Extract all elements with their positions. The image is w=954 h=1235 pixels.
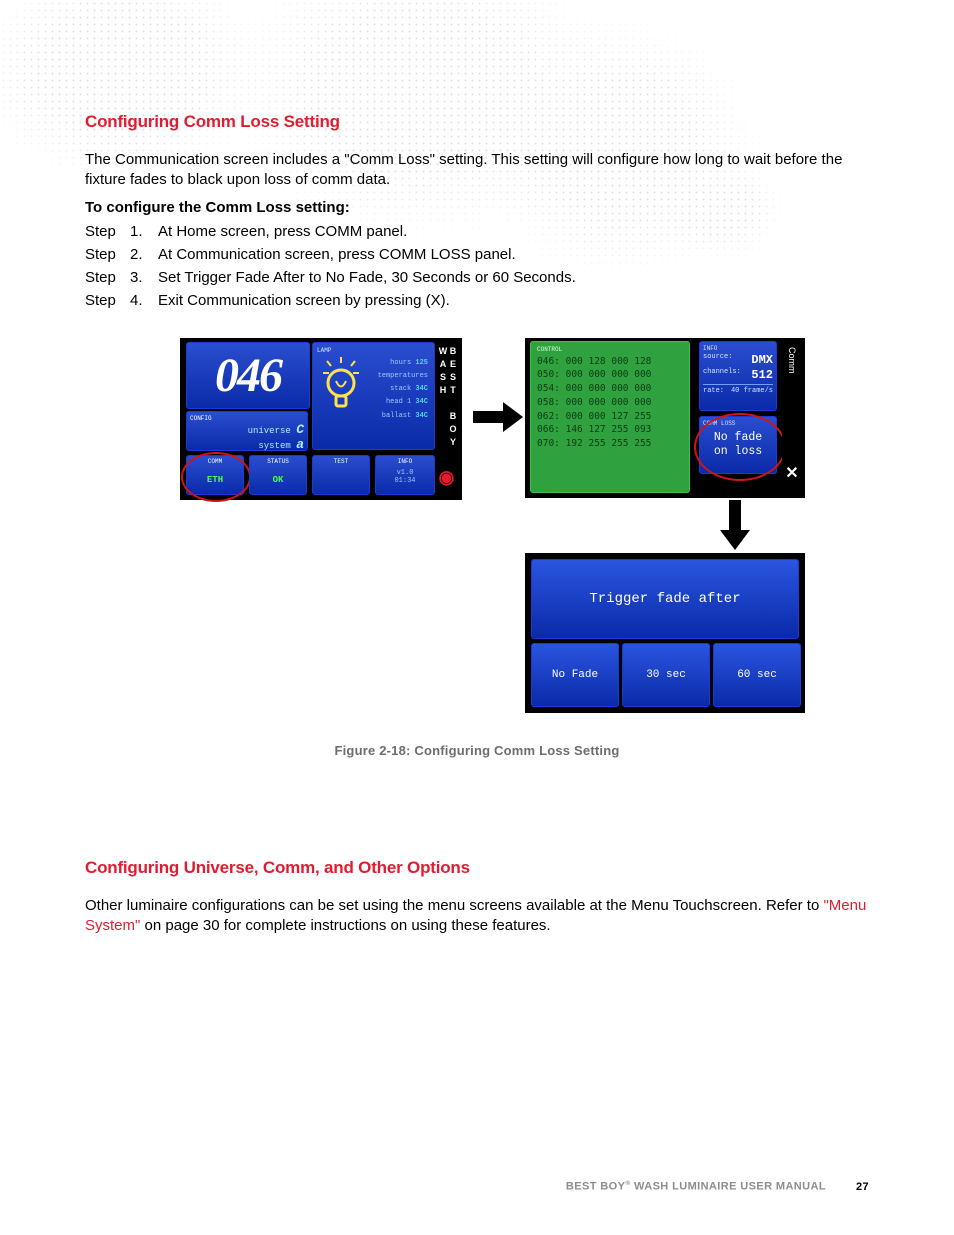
commloss-label: COMM LOSS [703, 420, 773, 427]
status-tile[interactable]: STATUS OK [249, 455, 307, 495]
trigger-option-60-sec[interactable]: 60 sec [713, 643, 801, 707]
info-rate: rate:40 frame/s [703, 387, 773, 395]
comm-label: COMM [189, 458, 241, 465]
info-source: source:DMX [703, 353, 773, 367]
control-label: CONTROL [537, 346, 683, 353]
dmx-address-tile[interactable]: 046 [186, 342, 310, 409]
config-system: system a [190, 437, 304, 452]
control-box: CONTROL 046: 000 128 000 128 050: 000 00… [530, 341, 690, 493]
lamp-label: LAMP [317, 347, 430, 354]
comm-loss-tile[interactable]: COMM LOSS No fade on loss [699, 416, 777, 474]
step-list: Step 1. At Home screen, press COMM panel… [85, 220, 869, 313]
test-tile[interactable]: TEST [312, 455, 370, 495]
trigger-fade-panel: Trigger fade after No Fade 30 sec 60 sec [525, 553, 805, 713]
arrow-down-icon [720, 500, 750, 550]
step-label: Step [85, 266, 130, 289]
section2-body: Other luminaire configurations can be se… [85, 896, 869, 937]
step-text: At Home screen, press COMM panel. [158, 220, 869, 243]
info-value: v1.0 01:34 [378, 469, 432, 486]
page-footer: BEST BOY® WASH LUMINAIRE USER MANUAL 27 [85, 1180, 869, 1193]
section-heading-comm-loss: Configuring Comm Loss Setting [85, 112, 869, 132]
step-row: Step 2. At Communication screen, press C… [85, 243, 869, 266]
lamp-tile[interactable]: LAMP [312, 342, 435, 450]
trigger-title: Trigger fade after [531, 559, 799, 639]
test-label: TEST [315, 458, 367, 465]
status-label: STATUS [252, 458, 304, 465]
section2-text-pre: Other luminaire configurations can be se… [85, 897, 823, 914]
config-tile[interactable]: CONFIG universe C system a [186, 411, 308, 451]
comm-tile[interactable]: COMM ETH [186, 455, 244, 495]
info-box[interactable]: INFO source:DMX channels:512 rate:40 fra… [699, 341, 777, 411]
lamp-bulb-icon [321, 357, 361, 420]
control-data: 046: 000 128 000 128 050: 000 000 000 00… [537, 355, 683, 451]
step-label: Step [85, 220, 130, 243]
home-screen-panel: 046 CONFIG universe C system a COMM ETH … [180, 338, 462, 500]
comm-screen-panel: CONTROL 046: 000 128 000 128 050: 000 00… [525, 338, 805, 498]
comm-side-label: Comm ✕ [782, 341, 802, 493]
trigger-option-30-sec[interactable]: 30 sec [622, 643, 710, 707]
step-number: 3. [130, 266, 158, 289]
step-row: Step 4. Exit Communication screen by pre… [85, 289, 869, 312]
arrow-right-icon [473, 402, 523, 432]
logo-swirl-icon: ◉ [439, 467, 458, 488]
section-subhead: To configure the Comm Loss setting: [85, 199, 869, 216]
section-intro: The Communication screen includes a "Com… [85, 150, 869, 191]
config-universe: universe C [190, 422, 304, 437]
config-label: CONFIG [190, 415, 304, 422]
figure-2-18: 046 CONFIG universe C system a COMM ETH … [85, 338, 869, 728]
step-text: At Communication screen, press COMM LOSS… [158, 243, 869, 266]
info-tile[interactable]: INFO v1.0 01:34 [375, 455, 435, 495]
section2-text-post: on page 30 for complete instructions on … [140, 917, 550, 934]
section-heading-universe: Configuring Universe, Comm, and Other Op… [85, 858, 869, 878]
home-side-label: BEST BOY WASH ◉ [438, 342, 458, 494]
status-value: OK [252, 475, 304, 485]
commloss-value: No fade on loss [703, 431, 773, 460]
step-number: 2. [130, 243, 158, 266]
lamp-stats: hours 125 temperatures stack 34C head 1 … [378, 357, 428, 423]
step-row: Step 1. At Home screen, press COMM panel… [85, 220, 869, 243]
info-label: INFO [703, 345, 773, 352]
info-channels: channels:512 [703, 368, 773, 382]
page-number: 27 [856, 1181, 869, 1193]
footer-manual-label: BEST BOY® WASH LUMINAIRE USER MANUAL [566, 1180, 826, 1193]
step-label: Step [85, 243, 130, 266]
info-label: INFO [378, 458, 432, 465]
step-text: Exit Communication screen by pressing (X… [158, 289, 869, 312]
comm-value: ETH [189, 475, 241, 485]
step-row: Step 3. Set Trigger Fade After to No Fad… [85, 266, 869, 289]
step-number: 1. [130, 220, 158, 243]
step-number: 4. [130, 289, 158, 312]
step-label: Step [85, 289, 130, 312]
trigger-option-no-fade[interactable]: No Fade [531, 643, 619, 707]
step-text: Set Trigger Fade After to No Fade, 30 Se… [158, 266, 869, 289]
figure-caption: Figure 2-18: Configuring Comm Loss Setti… [85, 743, 869, 758]
close-icon[interactable]: ✕ [785, 463, 798, 483]
